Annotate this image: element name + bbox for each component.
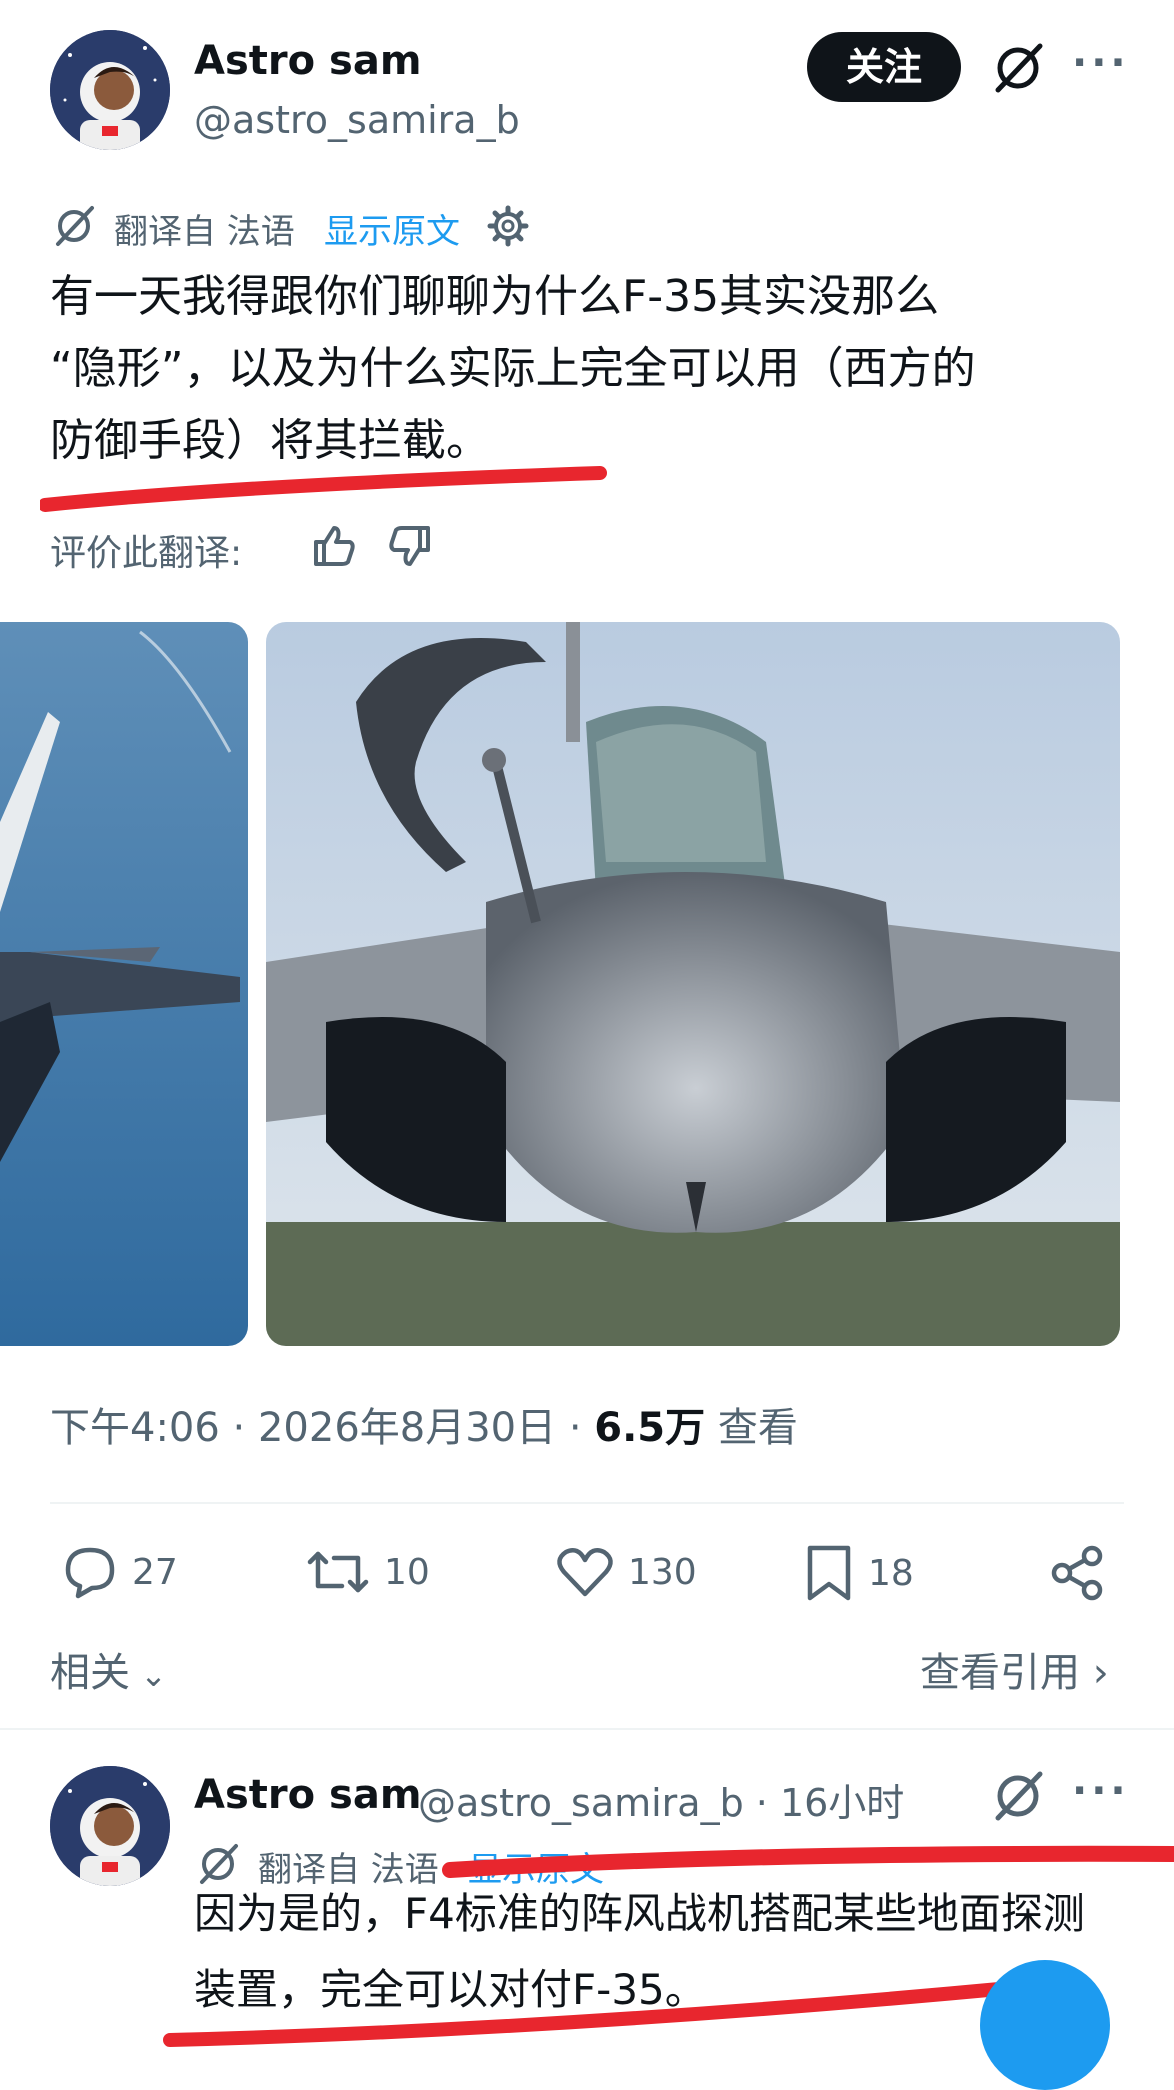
reply-text-line-2: 装置，完全可以对付F-35。 <box>194 1965 707 2014</box>
divider <box>50 1502 1124 1504</box>
repost-count: 10 <box>384 1551 430 1593</box>
post-image-rafale[interactable] <box>266 622 1120 1346</box>
like-count: 130 <box>628 1551 697 1593</box>
reply-text-line-1: 因为是的，F4标准的阵风战机搭配某些地面探测 <box>194 1889 1085 1938</box>
reply-button[interactable]: 27 <box>62 1544 178 1600</box>
author-handle[interactable]: @astro_samira_b <box>194 98 520 142</box>
view-quotes-label: 查看引用 <box>920 1650 1080 1696</box>
compose-fab[interactable] <box>980 1960 1110 2090</box>
share-icon[interactable] <box>1048 1544 1106 1606</box>
repost-icon <box>307 1551 369 1593</box>
reply-handle-time[interactable]: @astro_samira_b · 16小时 <box>418 1772 904 1827</box>
show-original-link[interactable]: 显示原文 <box>324 204 460 253</box>
reply-author-avatar[interactable] <box>50 1766 170 1886</box>
translated-from-label: 翻译自 法语 <box>114 212 295 252</box>
grok-icon[interactable] <box>990 1768 1046 1828</box>
reply-author-name[interactable]: Astro sam <box>194 1772 422 1818</box>
bookmark-count: 18 <box>868 1552 914 1594</box>
rate-translation-label: 评价此翻译: <box>50 533 243 574</box>
translate-icon <box>52 204 96 252</box>
bookmark-button[interactable]: 18 <box>804 1544 914 1602</box>
post-timestamp: 下午4:06 · 2026年8月30日 · <box>50 1405 595 1451</box>
like-button[interactable]: 130 <box>556 1544 697 1600</box>
related-label: 相关 <box>50 1650 130 1696</box>
more-options-button[interactable]: ··· <box>1072 40 1130 86</box>
post-image-f35[interactable] <box>0 622 248 1346</box>
chevron-right-icon: › <box>1080 1650 1109 1696</box>
post-meta: 下午4:06 · 2026年8月30日 · 6.5万 查看 <box>50 1395 798 1453</box>
translation-settings-icon[interactable] <box>486 204 530 252</box>
author-avatar[interactable] <box>50 30 170 150</box>
follow-button[interactable]: 关注 <box>807 32 961 102</box>
thumbs-up-icon[interactable] <box>310 522 358 574</box>
astronaut-avatar-icon <box>50 30 170 150</box>
chevron-down-icon: ⌄ <box>130 1656 167 1694</box>
related-dropdown[interactable]: 相关 ⌄ <box>50 1640 167 1698</box>
heart-icon <box>557 1548 613 1597</box>
divider <box>0 1728 1174 1730</box>
reply-count: 27 <box>132 1551 178 1593</box>
views-count: 6.5万 <box>594 1405 706 1451</box>
translate-icon <box>196 1842 240 1890</box>
astronaut-avatar-icon <box>50 1766 170 1886</box>
post-text-line-3: 防御手段）将其拦截。 <box>50 415 490 466</box>
bookmark-icon <box>807 1545 851 1601</box>
repost-button[interactable]: 10 <box>306 1544 430 1600</box>
author-name[interactable]: Astro sam <box>194 38 422 84</box>
view-quotes-link[interactable]: 查看引用 › <box>920 1640 1109 1698</box>
reply-more-options-button[interactable]: ··· <box>1072 1768 1130 1814</box>
views-label: 查看 <box>705 1405 798 1451</box>
thumbs-down-icon[interactable] <box>386 522 434 574</box>
reply-icon <box>65 1547 115 1599</box>
grok-icon[interactable] <box>990 40 1046 100</box>
